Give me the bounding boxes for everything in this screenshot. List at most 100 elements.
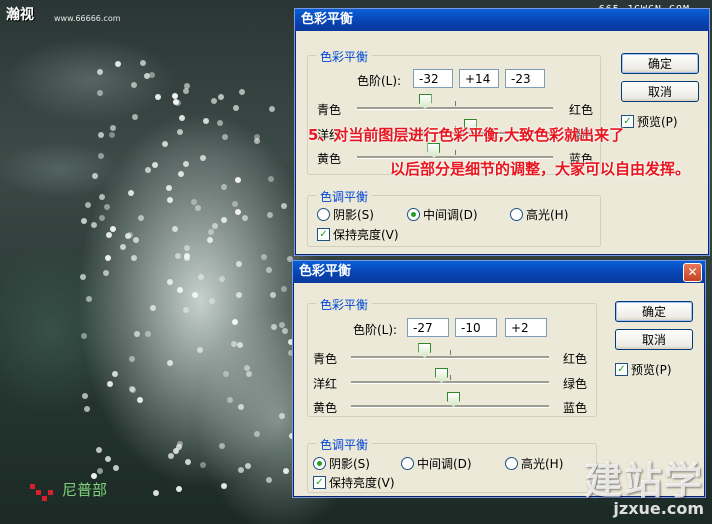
dialog-title: 色彩平衡 xyxy=(299,264,352,279)
pixel-mark xyxy=(48,490,53,495)
foliage-speckle xyxy=(133,330,140,337)
level-yellow-blue-input[interactable]: +2 xyxy=(505,318,547,337)
foliage-speckle xyxy=(199,154,206,161)
pixel-mark xyxy=(36,490,41,495)
preserve-luminosity-checkbox[interactable]: ✓ xyxy=(313,476,326,489)
foliage-speckle xyxy=(245,462,252,469)
slider-thumb[interactable] xyxy=(418,343,432,358)
foliage-speckle xyxy=(176,287,183,294)
radio-highlights[interactable] xyxy=(510,208,523,221)
foliage-speckle xyxy=(218,442,225,449)
foliage-speckle xyxy=(98,152,105,159)
ok-button[interactable]: 确定 xyxy=(621,53,699,74)
slider-right-label: 绿色 xyxy=(563,377,588,391)
radio-highlights[interactable] xyxy=(505,457,518,470)
foliage-speckle xyxy=(166,359,173,366)
foliage-speckle xyxy=(161,140,168,147)
foliage-speckle xyxy=(98,215,105,222)
slider-thumb[interactable] xyxy=(435,368,449,383)
close-icon[interactable]: ✕ xyxy=(683,263,702,282)
foliage-speckle xyxy=(176,440,183,447)
foliage-speckle xyxy=(206,236,213,243)
slider-thumb[interactable] xyxy=(427,143,441,158)
slider-left-label: 黄色 xyxy=(317,152,342,166)
foliage-speckle xyxy=(232,200,239,207)
cyan-red-slider[interactable] xyxy=(351,343,549,359)
pixel-mark xyxy=(42,496,47,501)
foliage-speckle xyxy=(280,202,287,209)
level-magenta-green-input[interactable]: +14 xyxy=(459,69,499,88)
foliage-speckle xyxy=(281,328,288,335)
preview-checkbox[interactable]: ✓ xyxy=(615,363,628,376)
checkbox-label[interactable]: 预览(P) xyxy=(631,361,672,378)
radio-label[interactable]: 中间调(D) xyxy=(423,206,478,223)
foliage-speckle xyxy=(96,467,103,474)
radio-label[interactable]: 中间调(D) xyxy=(417,455,472,472)
foliage-speckle xyxy=(81,392,88,399)
dialog-titlebar[interactable]: 色彩平衡 ✕ xyxy=(293,261,705,283)
magenta-green-slider[interactable] xyxy=(351,368,549,384)
slider-left-label: 洋红 xyxy=(313,377,338,391)
foliage-speckle xyxy=(80,332,87,339)
foliage-speckle xyxy=(190,198,197,205)
group-title: 色彩平衡 xyxy=(316,296,373,313)
foliage-speckle xyxy=(132,236,139,243)
slider-right-label: 红色 xyxy=(563,352,588,366)
site-url-left: www.66666.com xyxy=(54,14,121,23)
foliage-speckle xyxy=(235,260,242,267)
cyan-red-slider[interactable] xyxy=(357,94,553,110)
foliage-speckle xyxy=(278,413,285,420)
foliage-speckle xyxy=(218,93,225,100)
checkbox-label[interactable]: 保持亮度(V) xyxy=(333,226,399,243)
foliage-speckle xyxy=(184,244,191,251)
foliage-speckle xyxy=(266,211,273,218)
foliage-speckle xyxy=(106,380,113,387)
foliage-speckle xyxy=(109,226,116,233)
radio-label[interactable]: 高光(H) xyxy=(526,206,568,223)
slider-thumb[interactable] xyxy=(446,392,460,407)
foliage-speckle xyxy=(106,231,112,238)
radio-label[interactable]: 高光(H) xyxy=(521,455,563,472)
slider-left-label: 黄色 xyxy=(313,401,338,415)
foliage-speckle xyxy=(97,131,104,138)
slider-right-label: 蓝色 xyxy=(563,401,588,415)
tutorial-annotation-line1: 5、对当前图层进行色彩平衡,大致色彩就出来了 xyxy=(308,126,625,144)
foliage-speckle xyxy=(270,323,277,330)
slider-right-label: 红色 xyxy=(569,103,594,117)
level-yellow-blue-input[interactable]: -23 xyxy=(505,69,545,88)
foliage-speckle xyxy=(174,253,181,260)
foliage-speckle xyxy=(208,297,215,304)
radio-label[interactable]: 阴影(S) xyxy=(329,455,370,472)
level-cyan-red-input[interactable]: -32 xyxy=(413,69,453,88)
cancel-button[interactable]: 取消 xyxy=(621,81,699,102)
yellow-blue-slider[interactable] xyxy=(351,392,549,408)
radio-label[interactable]: 阴影(S) xyxy=(333,206,374,223)
ok-button[interactable]: 确定 xyxy=(615,301,693,322)
foliage-speckle xyxy=(177,170,184,177)
level-cyan-red-input[interactable]: -27 xyxy=(407,318,449,337)
foliage-speckle xyxy=(218,276,225,283)
dialog-titlebar[interactable]: 色彩平衡 xyxy=(295,9,709,31)
foliage-speckle xyxy=(220,482,227,489)
levels-label: 色阶(L): xyxy=(353,323,398,337)
checkbox-label[interactable]: 保持亮度(V) xyxy=(329,474,395,491)
radio-midtones[interactable] xyxy=(407,208,420,221)
brand-watermark-text: 建站学 xyxy=(583,459,704,503)
radio-shadows[interactable] xyxy=(313,457,326,470)
checkbox-label[interactable]: 预览(P) xyxy=(637,113,678,130)
foliage-speckle xyxy=(139,60,146,66)
level-magenta-green-input[interactable]: -10 xyxy=(455,318,497,337)
tutorial-annotation-line2: 以后部分是细节的调整，大家可以自由发挥。 xyxy=(390,160,691,178)
cancel-button[interactable]: 取消 xyxy=(615,329,693,350)
radio-shadows[interactable] xyxy=(317,208,330,221)
foliage-speckle xyxy=(172,99,179,106)
radio-midtones[interactable] xyxy=(401,457,414,470)
foliage-speckle xyxy=(126,231,133,238)
foliage-speckle xyxy=(145,330,152,337)
preserve-luminosity-checkbox[interactable]: ✓ xyxy=(317,228,330,241)
foliage-speckle xyxy=(211,97,218,104)
site-logo: 瀚视 xyxy=(6,7,34,23)
foliage-speckle xyxy=(152,490,159,497)
foliage-speckle xyxy=(178,115,185,122)
slider-thumb[interactable] xyxy=(418,94,432,109)
